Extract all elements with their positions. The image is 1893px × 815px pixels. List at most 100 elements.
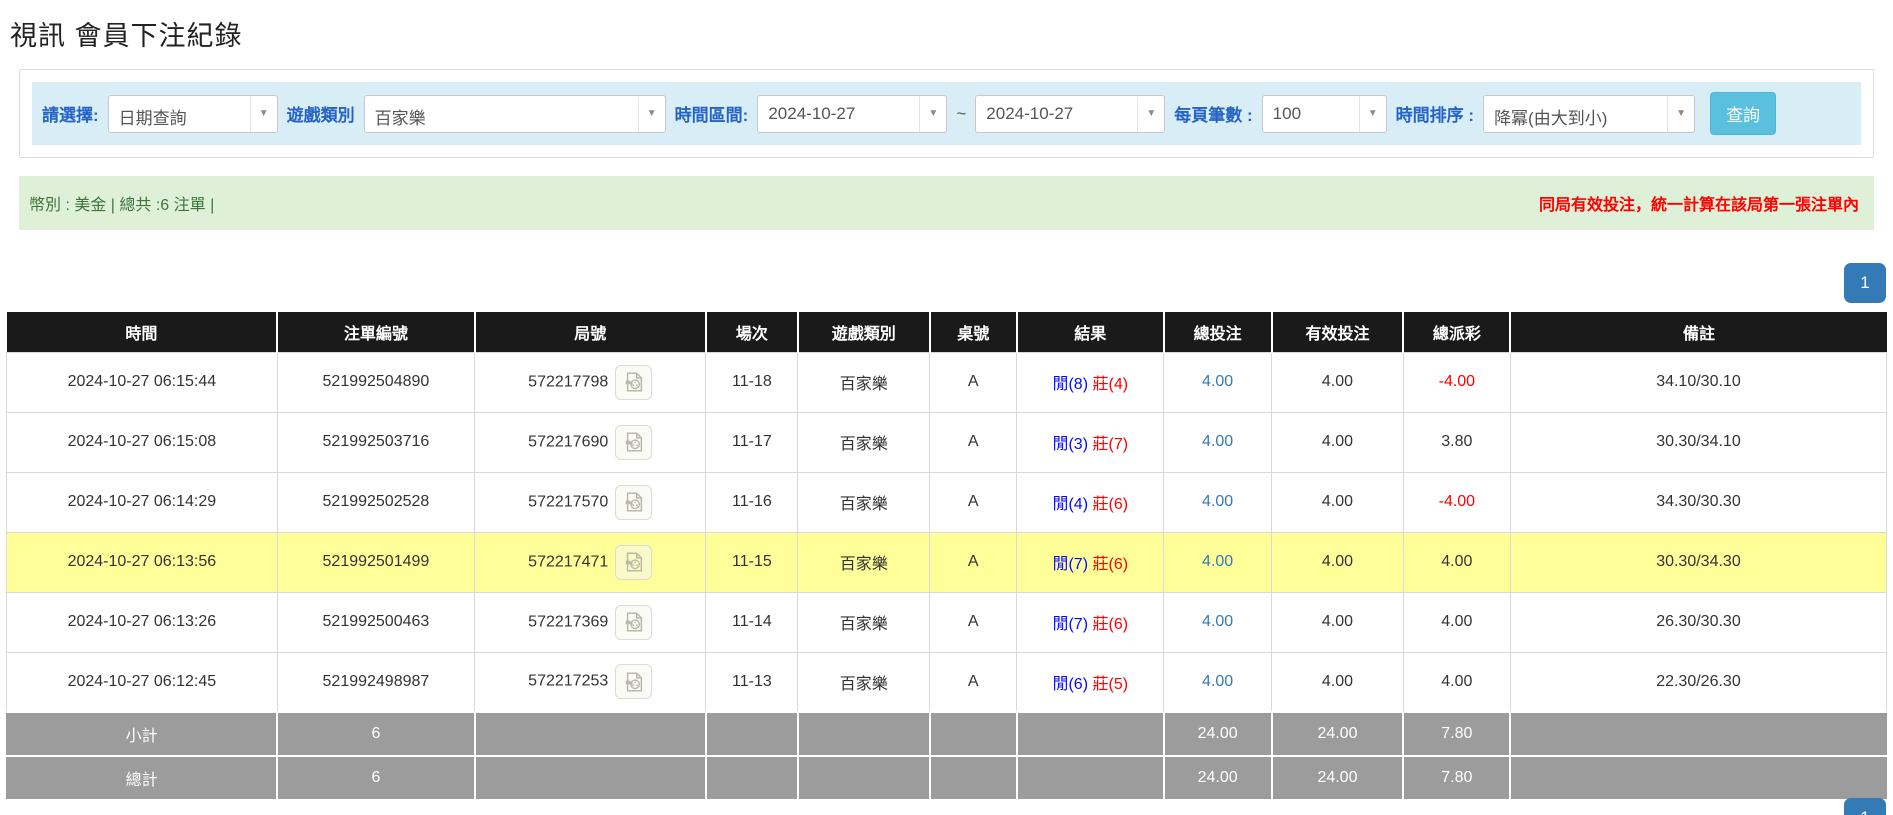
session-no: 11-16 (706, 472, 798, 532)
round-id: 572217798 (528, 373, 608, 390)
bet-id: 521992502528 (277, 472, 474, 532)
payout-cell: -4.00 (1403, 472, 1510, 532)
bet-records-table: 時間 注單編號 局號 場次 遊戲類別 桌號 結果 總投注 有效投注 總派彩 備註… (6, 312, 1887, 801)
video-replay-button[interactable] (615, 605, 652, 640)
round-id: 572217369 (528, 613, 608, 630)
header-total-bet: 總投注 (1164, 312, 1272, 352)
remark: 26.30/30.30 (1510, 592, 1886, 652)
table-row: 2024-10-27 06:13:26 521992500463 5722173… (7, 592, 1887, 652)
date-range-separator: ~ (956, 104, 966, 124)
result-player: 閒(3) (1052, 436, 1088, 453)
header-time: 時間 (7, 312, 278, 352)
session-no: 11-13 (706, 652, 798, 712)
bet-id: 521992498987 (277, 652, 474, 712)
valid-bet: 4.00 (1272, 592, 1404, 652)
query-type-label: 請選擇: (42, 101, 99, 126)
bet-time: 2024-10-27 06:15:44 (7, 352, 278, 412)
round-id: 572217690 (528, 433, 608, 450)
currency-total-text: 幣別 : 美金 | 總共 :6 注單 | (29, 191, 214, 215)
game-type-select[interactable]: 百家樂 ▼ (364, 95, 666, 133)
round-cell: 572217471 (475, 532, 706, 592)
round-cell: 572217690 (475, 412, 706, 472)
bet-id: 521992504890 (277, 352, 474, 412)
chevron-down-icon: ▼ (638, 96, 665, 132)
round-cell: 572217798 (475, 352, 706, 412)
payout-value: 4.00 (1441, 673, 1472, 690)
total-bet-link[interactable]: 4.00 (1202, 613, 1233, 630)
page-title: 視訊 會員下注紀錄 (10, 14, 1893, 53)
payout-value: 4.00 (1441, 553, 1472, 570)
summary-bar: 幣別 : 美金 | 總共 :6 注單 | 同局有效投注，統一計算在該局第一張注單… (19, 176, 1874, 230)
video-replay-button[interactable] (615, 664, 652, 699)
total-label: 總計 (7, 756, 278, 800)
video-replay-button[interactable] (615, 545, 652, 580)
payout-value: 3.80 (1441, 433, 1472, 450)
subtotal-count: 6 (277, 712, 474, 756)
total-bet-link[interactable]: 4.00 (1202, 493, 1233, 510)
payout-cell: 3.80 (1403, 412, 1510, 472)
pagination-bottom: 1 (1844, 798, 1886, 815)
result-player: 閒(7) (1052, 556, 1088, 573)
payout-value: -4.00 (1439, 493, 1475, 510)
game-type: 百家樂 (798, 412, 930, 472)
result-player: 閒(8) (1052, 376, 1088, 393)
query-type-select[interactable]: 日期查詢 ▼ (108, 95, 278, 133)
table-row: 2024-10-27 06:14:29 521992502528 5722175… (7, 472, 1887, 532)
result-banker: 莊(4) (1092, 376, 1128, 393)
search-button[interactable]: 查詢 (1710, 92, 1776, 135)
header-result: 結果 (1017, 312, 1164, 352)
table-header-row: 時間 注單編號 局號 場次 遊戲類別 桌號 結果 總投注 有效投注 總派彩 備註 (7, 312, 1887, 352)
payout-cell: 4.00 (1403, 532, 1510, 592)
page-size-select[interactable]: 100 ▼ (1262, 95, 1387, 133)
table-no: A (930, 412, 1017, 472)
round-id: 572217471 (528, 553, 608, 570)
video-replay-button[interactable] (615, 365, 652, 400)
total-total-bet: 24.00 (1164, 756, 1272, 800)
table-no: A (930, 532, 1017, 592)
result-cell: 閒(3) 莊(7) (1017, 412, 1164, 472)
payout-value: -4.00 (1439, 373, 1475, 390)
bet-time: 2024-10-27 06:13:56 (7, 532, 278, 592)
valid-bet: 4.00 (1272, 532, 1404, 592)
video-replay-button[interactable] (615, 425, 652, 460)
valid-bet: 4.00 (1272, 352, 1404, 412)
result-player: 閒(7) (1052, 616, 1088, 633)
total-bet-link[interactable]: 4.00 (1202, 373, 1233, 390)
video-file-icon (623, 611, 645, 633)
total-bet-cell: 4.00 (1164, 412, 1272, 472)
total-bet-link[interactable]: 4.00 (1202, 673, 1233, 690)
table-no: A (930, 592, 1017, 652)
subtotal-total-bet: 24.00 (1164, 712, 1272, 756)
round-id: 572217570 (528, 493, 608, 510)
result-banker: 莊(6) (1092, 496, 1128, 513)
remark: 34.10/30.10 (1510, 352, 1886, 412)
page-1-button[interactable]: 1 (1844, 798, 1886, 815)
time-sort-select[interactable]: 降冪(由大到小) ▼ (1483, 95, 1695, 133)
bet-time: 2024-10-27 06:15:08 (7, 412, 278, 472)
remark: 30.30/34.30 (1510, 532, 1886, 592)
date-from-select[interactable]: 2024-10-27 ▼ (757, 95, 947, 133)
page-size-value: 100 (1263, 96, 1359, 132)
query-type-value: 日期查詢 (109, 96, 250, 132)
result-banker: 莊(5) (1092, 676, 1128, 693)
round-cell: 572217369 (475, 592, 706, 652)
result-cell: 閒(4) 莊(6) (1017, 472, 1164, 532)
chevron-down-icon: ▼ (1667, 96, 1694, 132)
game-type-label: 遊戲類別 (287, 101, 355, 126)
chevron-down-icon: ▼ (919, 96, 946, 132)
total-bet-link[interactable]: 4.00 (1202, 553, 1233, 570)
bet-time: 2024-10-27 06:12:45 (7, 652, 278, 712)
game-type: 百家樂 (798, 592, 930, 652)
total-bet-link[interactable]: 4.00 (1202, 433, 1233, 450)
video-replay-button[interactable] (615, 485, 652, 520)
time-sort-label: 時間排序 : (1396, 101, 1474, 126)
total-count: 6 (277, 756, 474, 800)
total-bet-cell: 4.00 (1164, 592, 1272, 652)
total-bet-cell: 4.00 (1164, 652, 1272, 712)
header-bet-id: 注單編號 (277, 312, 474, 352)
date-from-value: 2024-10-27 (758, 96, 919, 132)
date-to-select[interactable]: 2024-10-27 ▼ (975, 95, 1165, 133)
valid-bet: 4.00 (1272, 652, 1404, 712)
page-1-button[interactable]: 1 (1844, 263, 1886, 303)
session-no: 11-18 (706, 352, 798, 412)
